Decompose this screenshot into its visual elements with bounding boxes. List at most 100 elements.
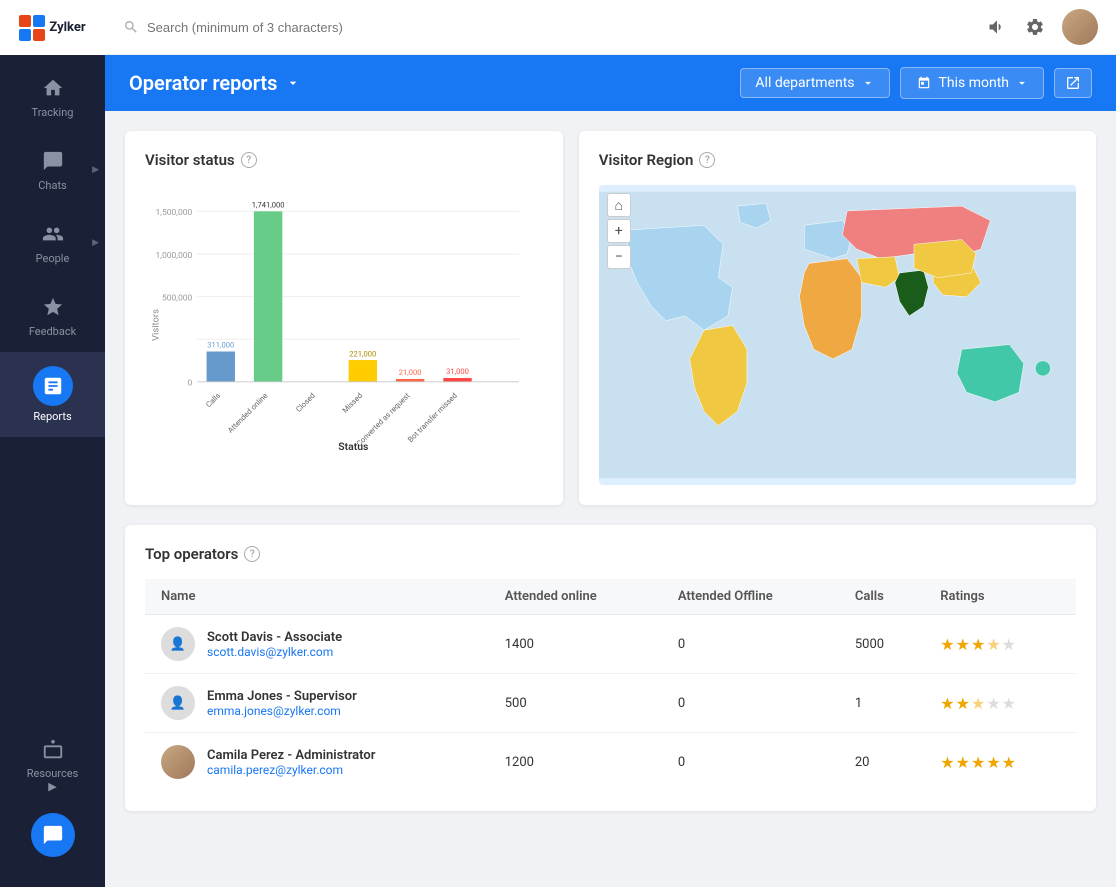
sidebar-label-feedback: Feedback: [29, 325, 76, 338]
top-operators-title: Top operators ?: [145, 545, 1076, 563]
operator-name-cell: 👤 Emma Jones - Supervisor emma.jones@zyl…: [145, 674, 489, 733]
operator-email: camila.perez@zylker.com: [207, 763, 375, 777]
table-row: 👤 Emma Jones - Supervisor emma.jones@zyl…: [145, 674, 1076, 733]
operator-rating: ★★★★★: [924, 733, 1076, 792]
sidebar-item-feedback[interactable]: Feedback: [0, 279, 105, 352]
svg-text:31,000: 31,000: [446, 367, 469, 376]
col-calls: Calls: [839, 579, 924, 615]
col-attended-offline: Attended Offline: [662, 579, 839, 615]
operator-name-cell: Camila Perez - Administrator camila.pere…: [145, 733, 489, 792]
sidebar-item-tracking[interactable]: Tracking: [0, 60, 105, 133]
topbar: [105, 0, 1116, 55]
sidebar-item-people[interactable]: People ▶: [0, 206, 105, 279]
map-home-button[interactable]: ⌂: [607, 193, 631, 217]
visitor-status-title: Visitor status ?: [145, 151, 543, 169]
operators-table: Name Attended online Attended Offline Ca…: [145, 579, 1076, 791]
user-avatar[interactable]: [1062, 9, 1098, 45]
svg-text:0: 0: [188, 379, 193, 389]
export-icon: [1065, 75, 1081, 91]
main-content: Operator reports All departments This mo…: [105, 0, 1116, 887]
date-chevron-icon: [1015, 76, 1029, 90]
people-icon: [39, 220, 67, 248]
svg-text:Bot transfer missed: Bot transfer missed: [406, 391, 459, 444]
operator-name-cell: 👤 Scott Davis - Associate scott.davis@zy…: [145, 615, 489, 674]
logo: Zylker: [0, 0, 105, 55]
sidebar-label-tracking: Tracking: [32, 106, 74, 119]
sidebar: Zylker Tracking Chats ▶ People ▶: [0, 0, 105, 887]
sidebar-bottom: Resources ▶: [0, 714, 105, 887]
svg-text:1,741,000: 1,741,000: [252, 201, 285, 210]
col-name: Name: [145, 579, 489, 615]
sidebar-item-resources[interactable]: Resources ▶: [0, 726, 105, 803]
svg-text:1,500,000: 1,500,000: [155, 208, 192, 218]
operator-name: Emma Jones - Supervisor: [207, 689, 357, 704]
logo-text: Zylker: [49, 20, 85, 35]
chats-chevron: ▶: [92, 165, 99, 175]
svg-text:Status: Status: [338, 440, 368, 453]
map-zoom-in-button[interactable]: +: [607, 219, 631, 243]
operator-attended-offline: 0: [662, 615, 839, 674]
visitor-region-title: Visitor Region ?: [599, 151, 1076, 169]
operator-name: Scott Davis - Associate: [207, 630, 342, 645]
topbar-actions: [986, 9, 1098, 45]
svg-text:Calls: Calls: [204, 391, 222, 409]
visitor-status-help-icon[interactable]: ?: [241, 152, 257, 168]
charts-row: Visitor status ? Visitors 1,500,000: [125, 131, 1096, 505]
search-icon: [123, 19, 139, 35]
header-controls: All departments This month: [740, 67, 1092, 99]
settings-icon[interactable]: [1024, 16, 1046, 38]
search-input[interactable]: [147, 20, 986, 35]
departments-dropdown[interactable]: All departments: [740, 68, 889, 98]
bar-chart-svg: Visitors 1,500,000 1,000,000 500,000 0: [145, 185, 543, 465]
top-operators-card: Top operators ? Name Attended online Att…: [125, 525, 1096, 811]
visitor-status-card: Visitor status ? Visitors 1,500,000: [125, 131, 563, 505]
search-box: [123, 19, 986, 35]
sidebar-label-resources: Resources: [27, 767, 79, 780]
people-chevron: ▶: [92, 238, 99, 248]
map-svg: [599, 185, 1076, 485]
operator-attended-online: 1400: [489, 615, 662, 674]
operator-email: emma.jones@zylker.com: [207, 704, 357, 718]
operator-attended-online: 500: [489, 674, 662, 733]
sidebar-label-reports: Reports: [33, 410, 71, 423]
world-map: ⌂ + −: [599, 185, 1076, 485]
table-header-row: Name Attended online Attended Offline Ca…: [145, 579, 1076, 615]
sidebar-item-chats[interactable]: Chats ▶: [0, 133, 105, 206]
operator-calls: 1: [839, 674, 924, 733]
home-icon: [39, 74, 67, 102]
operator-attended-offline: 0: [662, 733, 839, 792]
operator-calls: 5000: [839, 615, 924, 674]
chat-bubble-button[interactable]: [31, 813, 75, 857]
operators-help-icon[interactable]: ?: [244, 546, 260, 562]
operator-avatar: 👤: [161, 627, 195, 661]
avatar-image: [1062, 9, 1098, 45]
sidebar-label-chats: Chats: [38, 179, 66, 192]
operator-avatar: [161, 745, 195, 779]
resources-icon: [39, 736, 67, 764]
content-area: Visitor status ? Visitors 1,500,000: [105, 111, 1116, 887]
page-title: Operator reports: [129, 71, 301, 95]
reports-icon: [33, 366, 73, 406]
logo-icon: [19, 15, 45, 41]
operator-attended-online: 1200: [489, 733, 662, 792]
map-zoom-out-button[interactable]: −: [607, 245, 631, 269]
col-ratings: Ratings: [924, 579, 1076, 615]
header-bar: Operator reports All departments This mo…: [105, 55, 1116, 111]
operator-email: scott.davis@zylker.com: [207, 645, 342, 659]
sidebar-item-reports[interactable]: Reports: [0, 352, 105, 437]
export-button[interactable]: [1054, 68, 1092, 98]
svg-text:21,000: 21,000: [399, 368, 422, 377]
sidebar-label-people: People: [36, 252, 70, 265]
date-dropdown[interactable]: This month: [900, 67, 1044, 99]
svg-text:Attended online: Attended online: [226, 391, 270, 435]
operator-calls: 20: [839, 733, 924, 792]
visitor-status-chart: Visitors 1,500,000 1,000,000 500,000 0: [145, 185, 543, 465]
svg-text:Missed: Missed: [341, 391, 365, 415]
visitor-region-help-icon[interactable]: ?: [699, 152, 715, 168]
title-dropdown-icon[interactable]: [285, 75, 301, 91]
resources-chevron: ▶: [48, 780, 56, 793]
sidebar-nav: Tracking Chats ▶ People ▶ Feedback: [0, 55, 105, 714]
volume-icon[interactable]: [986, 16, 1008, 38]
operators-table-wrap: Name Attended online Attended Offline Ca…: [145, 579, 1076, 791]
star-icon: [39, 293, 67, 321]
